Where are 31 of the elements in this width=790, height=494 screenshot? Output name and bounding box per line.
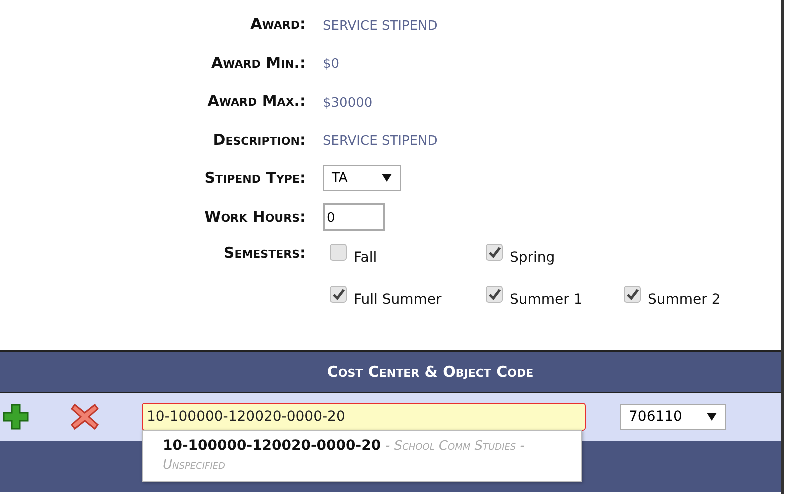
object-code-dropdown[interactable]: 706110: [620, 404, 726, 430]
checkbox[interactable]: [624, 286, 641, 303]
caret-icon: [707, 413, 717, 421]
delete-icon[interactable]: [70, 403, 100, 431]
field-label: Semesters:: [222, 244, 307, 262]
field-value: SERVICE STIPEND: [323, 18, 438, 34]
checkbox-label: Spring: [510, 249, 556, 266]
section-header: Cost Center & Object Code: [327, 363, 534, 381]
suggestion-item[interactable]: 10-100000-120020-0000-20 - School Comm Studies - Unspecified: [163, 437, 563, 475]
field-value: $0: [323, 57, 340, 72]
checkbox[interactable]: [486, 286, 503, 303]
field-label: Description:: [212, 130, 307, 149]
field-label: Award Max.:: [206, 92, 307, 110]
field-label: Award Min.:: [210, 54, 307, 72]
checkbox-label: Fall: [354, 249, 378, 266]
checkbox-label: Summer 1: [510, 291, 583, 308]
work-hours-field[interactable]: 0: [323, 202, 385, 231]
add-icon[interactable]: [2, 403, 30, 431]
checkbox-label: Full Summer: [354, 291, 442, 308]
field-label: Award:: [250, 15, 307, 34]
checkbox-label: Summer 2: [648, 291, 721, 308]
field-value: SERVICE STIPEND: [323, 134, 438, 150]
checkbox[interactable]: [330, 286, 347, 303]
checkbox[interactable]: [486, 244, 503, 261]
caret-icon: [382, 174, 392, 182]
cost-center-field[interactable]: 10-100000-120020-0000-20: [142, 403, 586, 431]
field-value: $30000: [323, 96, 373, 111]
stipend-type-dropdown[interactable]: TA: [323, 165, 401, 192]
field-label: Work Hours:: [204, 208, 307, 226]
checkbox[interactable]: [330, 244, 347, 261]
field-label: Stipend Type:: [204, 169, 307, 188]
